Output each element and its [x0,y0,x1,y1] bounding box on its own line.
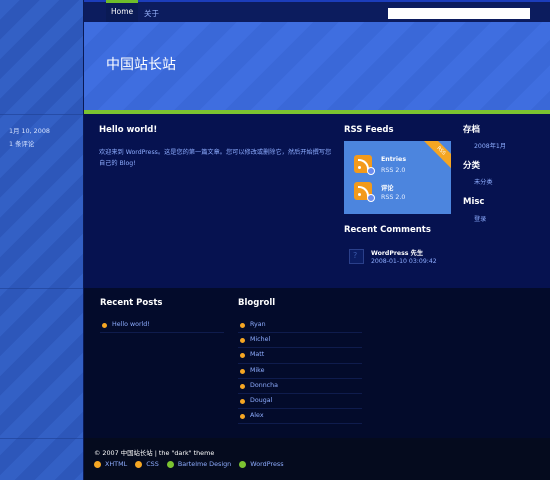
blogroll-link[interactable]: Dougal [238,394,362,410]
left-strip-divider [0,114,83,115]
post-body: 欢迎来到 WordPress。这是您的第一篇文章。您可以修改或删除它，然后开始撰… [99,149,332,167]
blogroll-heading: Blogroll [238,298,276,308]
rss-comments-feed[interactable]: 评论 RSS 2.0 [354,182,444,204]
comment-avatar [349,249,364,264]
rss-icon [354,182,375,202]
lower-widgets: Recent Posts Hello world! Blogroll Ryan … [84,288,550,438]
left-strip-divider [0,438,83,439]
misc-heading: Misc [463,197,485,207]
rss-icon [354,155,375,175]
rss-feed-label[interactable]: 评论 [381,183,394,192]
rss-feeds-box: RSS Entries RSS 2.0 评论 RSS 2.0 [344,141,451,214]
footer-wordpress-link[interactable]: WordPress [239,460,283,468]
nav-about-link[interactable]: 关于 [144,8,159,19]
recent-post-link[interactable]: Hello world! [100,318,224,334]
footer-links: XHTML CSS Bartelme Design WordPress [94,460,290,470]
login-link[interactable]: 登录 [474,214,486,223]
footer-xhtml-link[interactable]: XHTML [94,460,127,468]
footer-bartelme-link[interactable]: Bartelme Design [167,460,231,468]
recent-posts-heading: Recent Posts [100,298,163,308]
site-title[interactable]: 中国站长站 [106,54,176,74]
content-area: Hello world! 欢迎来到 WordPress。这是您的第一篇文章。您可… [84,114,550,288]
post-title[interactable]: Hello world! [99,125,157,135]
blogroll-link[interactable]: Matt [238,348,362,364]
post-comments-link[interactable]: 1 条评论 [9,139,34,148]
recent-comments-heading: Recent Comments [344,225,431,235]
category-link[interactable]: 未分类 [474,177,493,186]
rss-feed-format[interactable]: RSS 2.0 [381,194,405,201]
rss-entries-feed[interactable]: Entries RSS 2.0 [354,155,444,177]
left-background-strip: 1月 10, 2008 1 条评论 [0,0,83,480]
footer-copyright: © 2007 中国站长站 | the "dark" theme [94,449,215,457]
blogroll-link[interactable]: Donncha [238,379,362,394]
blogroll-link[interactable]: Michel [238,333,362,349]
left-strip-divider [0,288,83,289]
rss-feed-label[interactable]: Entries [381,156,406,163]
comment-author[interactable]: WordPress 先生 [371,248,423,257]
recent-posts-list: Hello world! [100,318,224,334]
archive-heading: 存档 [463,125,481,135]
top-navigation: Home 关于 [84,0,550,22]
post-date: 1月 10, 2008 [9,127,50,135]
categories-heading: 分类 [463,161,481,171]
blogroll-link[interactable]: Ryan [238,318,362,334]
site-footer: © 2007 中国站长站 | the "dark" theme XHTML CS… [84,438,550,480]
comment-date[interactable]: 2008-01-10 03:09:42 [371,258,437,265]
search-input[interactable] [388,8,530,19]
rss-feeds-heading: RSS Feeds [344,125,394,135]
rss-feed-format[interactable]: RSS 2.0 [381,167,405,174]
blogroll-link[interactable]: Alex [238,409,362,425]
nav-home-link[interactable]: Home [106,0,139,22]
footer-css-link[interactable]: CSS [135,460,159,468]
site-header: 中国站长站 [84,22,550,110]
blogroll-list: Ryan Michel Matt Mike Donncha Dougal Ale… [238,318,362,425]
blogroll-link[interactable]: Mike [238,364,362,379]
archive-link[interactable]: 2008年1月 [474,141,506,150]
main-column: Home 关于 中国站长站 Hello world! 欢迎来到 WordPres… [83,0,550,480]
